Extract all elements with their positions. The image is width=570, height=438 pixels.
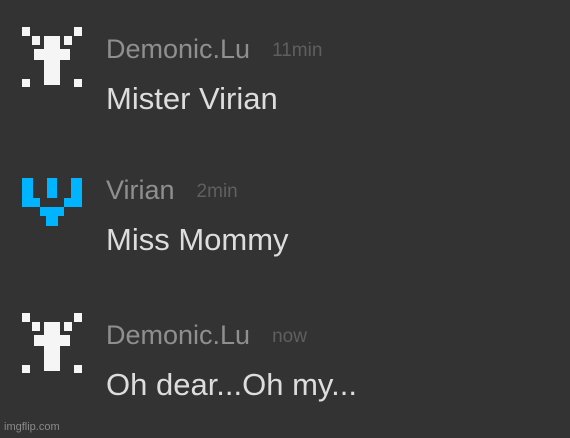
message-text: Mister Virian: [106, 81, 278, 116]
timestamp: 2min: [196, 181, 238, 202]
watermark: imgflip.com: [4, 421, 60, 433]
avatar-virian[interactable]: [22, 168, 82, 228]
timestamp: 11min: [272, 40, 323, 61]
author-name[interactable]: Demonic.Lu: [106, 34, 250, 64]
avatar-demonic-lu[interactable]: [22, 313, 82, 373]
white-cross-pixel-icon: [22, 27, 82, 87]
white-cross-pixel-icon: [22, 313, 82, 373]
timestamp: now: [272, 326, 307, 347]
author-name[interactable]: Demonic.Lu: [106, 320, 250, 350]
message-header: Virian 2min: [106, 177, 238, 204]
chat-message: Demonic.Lu now Oh dear...Oh my...: [0, 309, 570, 409]
message-text: Oh dear...Oh my...: [106, 367, 357, 402]
chat-message: Virian 2min Miss Mommy: [0, 164, 570, 264]
chat-message: Demonic.Lu 11min Mister Virian: [0, 23, 570, 123]
message-text: Miss Mommy: [106, 222, 289, 257]
cyan-v-pixel-icon: [22, 178, 82, 226]
chat-log: Demonic.Lu 11min Mister Virian Virian 2min…: [0, 0, 570, 438]
message-header: Demonic.Lu now: [106, 322, 307, 349]
author-name[interactable]: Virian: [106, 175, 175, 205]
avatar-demonic-lu[interactable]: [22, 27, 82, 87]
message-header: Demonic.Lu 11min: [106, 36, 322, 63]
